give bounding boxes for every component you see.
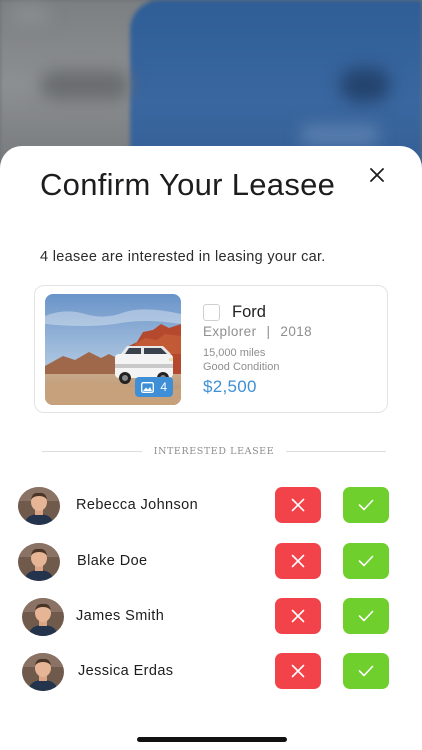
leasee-name: Blake Doe [77,553,148,569]
page-title: Confirm Your Leasee [40,167,336,202]
section-label: INTERESTED LEASEE [153,445,275,457]
leasee-row: Rebecca Johnson [0,487,422,525]
car-price: $2,500 [203,377,257,396]
car-make: Ford [232,303,266,321]
check-icon [358,665,374,677]
car-condition: Good Condition [203,361,280,373]
avatar-photo [22,598,64,636]
avatar [18,543,60,581]
check-icon [358,499,374,511]
divider-line [42,450,142,452]
section-divider: INTERESTED LEASEE [42,444,386,458]
image-icon [141,381,155,393]
car-model-year: Explorer | 2018 [203,324,312,339]
avatar-photo [18,543,60,581]
accept-button[interactable] [343,653,389,689]
close-icon [370,168,384,182]
photo-count-badge[interactable]: 4 [135,377,173,397]
leasee-row: Blake Doe [0,543,422,581]
close-icon [291,498,305,512]
leasee-name: Rebecca Johnson [76,497,199,513]
car-model: Explorer [203,324,257,339]
photo-count: 4 [160,380,167,394]
home-indicator[interactable] [137,737,287,742]
confirm-leasee-sheet: Confirm Your Leasee 4 leasee are interes… [0,146,422,750]
reject-button[interactable] [275,543,321,579]
car-card[interactable]: 4 Ford Explorer | 2018 15,000 miles Good C… [34,285,388,413]
avatar [22,653,64,691]
car-year: 2018 [280,324,313,339]
reject-button[interactable] [275,487,321,523]
model-year-separator: | [266,324,271,339]
car-photo[interactable]: 4 [45,294,181,405]
check-icon [358,555,374,567]
avatar-photo [18,487,60,525]
accept-button[interactable] [343,543,389,579]
accept-button[interactable] [343,598,389,634]
avatar [18,487,60,525]
close-icon [291,664,305,678]
background-app [0,0,422,170]
car-mileage: 15,000 miles [203,347,266,359]
leasee-name: James Smith [76,608,165,624]
close-button[interactable] [364,162,390,188]
car-select-checkbox[interactable] [203,304,220,321]
interest-summary: 4 leasee are interested in leasing your … [40,249,326,265]
accept-button[interactable] [343,487,389,523]
reject-button[interactable] [275,598,321,634]
leasee-row: Jessica Erdas [0,653,422,691]
background-blur-shape [340,68,390,102]
background-blur-shape [10,5,50,25]
divider-line [286,450,386,452]
check-icon [358,610,374,622]
avatar-photo [22,653,64,691]
reject-button[interactable] [275,653,321,689]
close-icon [291,609,305,623]
close-icon [291,554,305,568]
background-blur-shape [40,70,130,100]
avatar [22,598,64,636]
leasee-name: Jessica Erdas [78,663,174,679]
leasee-row: James Smith [0,598,422,636]
background-blur-shape [300,125,380,145]
